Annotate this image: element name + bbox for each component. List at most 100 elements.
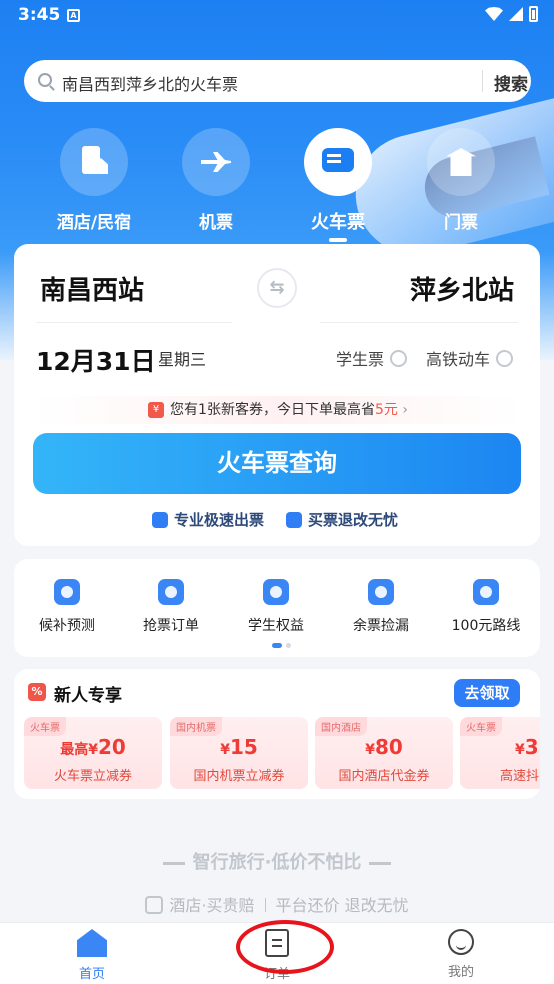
category-tickets[interactable]: 门票 bbox=[406, 128, 516, 233]
category-label: 门票 bbox=[444, 213, 478, 233]
departure-date[interactable]: 12月31日 bbox=[36, 342, 156, 378]
highspeed-option[interactable]: 高铁动车 bbox=[426, 346, 514, 370]
tool-100-yuan-route[interactable]: 100元路线 bbox=[434, 579, 538, 635]
swap-stations-button[interactable]: ⇆ bbox=[257, 268, 297, 308]
nav-profile[interactable]: 我的 bbox=[411, 929, 511, 980]
tool-student-benefits[interactable]: 学生权益 bbox=[224, 579, 328, 635]
category-train[interactable]: 火车票 bbox=[283, 128, 393, 242]
tool-waitlist-prediction[interactable]: 候补预测 bbox=[15, 579, 119, 635]
voucher-desc: 国内机票立减券 bbox=[193, 769, 285, 784]
voucher-card[interactable]: 火车票 ¥3 高速抖 bbox=[460, 717, 540, 789]
location-pin-icon bbox=[473, 579, 499, 605]
tool-label: 100元路线 bbox=[451, 618, 521, 634]
profile-icon bbox=[448, 929, 474, 955]
voucher-amount: ¥15 bbox=[220, 735, 258, 759]
voucher-desc: 国内酒店代金券 bbox=[338, 769, 430, 784]
weekday-label: 星期三 bbox=[158, 350, 207, 369]
battery-icon bbox=[529, 6, 538, 22]
voucher-tag: 国内酒店 bbox=[315, 717, 367, 736]
voucher-amount: ¥3 bbox=[515, 735, 539, 759]
shield-chart-icon bbox=[54, 579, 80, 605]
quick-tools: 候补预测 抢票订单 学生权益 余票捡漏 100元路线 bbox=[14, 559, 540, 657]
ticket-check-icon bbox=[286, 511, 302, 528]
new-customer-coupon-banner[interactable]: ¥ 您有1张新客券，今日下单最高省5元 › bbox=[34, 396, 522, 424]
refresh-icon bbox=[368, 579, 394, 605]
student-ticket-option[interactable]: 学生票 bbox=[336, 346, 408, 370]
category-hotel[interactable]: 酒店/民宿 bbox=[39, 128, 149, 233]
coupon-yen-icon: ¥ bbox=[148, 402, 165, 418]
tagline: 酒店·买贵赔 平台还价 退改无忧 bbox=[0, 892, 554, 916]
search-input[interactable]: 南昌西到萍乡北的火车票 bbox=[62, 71, 238, 95]
voucher-tag: 火车票 bbox=[24, 717, 66, 736]
claim-button[interactable]: 去领取 bbox=[454, 679, 520, 707]
category-flight[interactable]: 机票 bbox=[161, 128, 271, 233]
newcomer-section: % 新人专享 去领取 火车票 最高¥20 火车票立减券 国内机票 ¥15 国内机… bbox=[14, 669, 540, 799]
chevron-right-icon: › bbox=[402, 402, 408, 418]
student-ticket-checkbox[interactable] bbox=[390, 349, 408, 367]
home-icon bbox=[77, 929, 107, 957]
active-tab-indicator bbox=[329, 238, 347, 242]
highspeed-label: 高铁动车 bbox=[426, 350, 491, 369]
voucher-tag: 火车票 bbox=[460, 717, 502, 736]
pager-dots bbox=[272, 643, 291, 648]
lightning-shield-icon bbox=[152, 511, 168, 528]
feature-label: 买票退改无忧 bbox=[308, 511, 399, 529]
status-time: 3:45 bbox=[18, 5, 61, 25]
divider bbox=[36, 322, 232, 323]
highspeed-checkbox[interactable] bbox=[496, 349, 514, 367]
train-icon bbox=[304, 128, 372, 196]
red-annotation-circle bbox=[236, 920, 334, 974]
nav-label: 首页 bbox=[78, 967, 105, 982]
signal-icon bbox=[509, 7, 523, 21]
tool-label: 余票捡漏 bbox=[353, 618, 409, 634]
grab-ticket-icon bbox=[158, 579, 184, 605]
pager-dot-active bbox=[272, 643, 282, 648]
search-button[interactable]: 搜索 bbox=[494, 70, 528, 95]
voucher-amount: 最高¥20 bbox=[60, 735, 126, 759]
feature-worry-free: 买票退改无忧 bbox=[286, 509, 398, 530]
category-label: 酒店/民宿 bbox=[56, 213, 132, 233]
notification-a-icon: A bbox=[67, 9, 80, 22]
voucher-tag: 国内机票 bbox=[170, 717, 222, 736]
slogan: 智行旅行·低价不怕比 bbox=[0, 848, 554, 874]
tool-label: 学生权益 bbox=[248, 618, 304, 634]
nav-label: 我的 bbox=[447, 965, 474, 980]
booking-card: 南昌西站 ⇆ 萍乡北站 12月31日 星期三 学生票 高铁动车 ¥ 您有1张新客券… bbox=[14, 244, 540, 546]
voucher-desc: 高速抖 bbox=[500, 769, 540, 784]
wifi-icon bbox=[485, 7, 503, 21]
train-search-button[interactable]: 火车票查询 bbox=[33, 433, 521, 494]
divider bbox=[320, 322, 518, 323]
hotel-guarantee-icon bbox=[145, 896, 164, 914]
category-label: 机票 bbox=[199, 213, 233, 233]
feature-fast-ticketing: 专业极速出票 bbox=[152, 509, 264, 530]
voucher-card[interactable]: 国内酒店 ¥80 国内酒店代金券 bbox=[315, 717, 453, 789]
tool-remaining-tickets[interactable]: 余票捡漏 bbox=[329, 579, 433, 635]
tool-grab-ticket[interactable]: 抢票订单 bbox=[119, 579, 223, 635]
ticket-icon bbox=[427, 128, 495, 196]
coupon-amount: 5元 bbox=[374, 402, 398, 418]
search-icon bbox=[38, 73, 52, 87]
student-ticket-label: 学生票 bbox=[336, 350, 385, 369]
voucher-card[interactable]: 国内机票 ¥15 国内机票立减券 bbox=[170, 717, 308, 789]
status-icons bbox=[485, 6, 538, 22]
nav-home[interactable]: 首页 bbox=[42, 929, 142, 982]
tool-label: 抢票订单 bbox=[143, 618, 199, 634]
hotel-icon bbox=[60, 128, 128, 196]
voucher-amount: ¥80 bbox=[365, 735, 403, 759]
coupon-text: 您有1张新客券，今日下单最高省 bbox=[170, 402, 375, 418]
category-label: 火车票 bbox=[311, 212, 365, 233]
departure-station[interactable]: 南昌西站 bbox=[40, 270, 144, 307]
plane-icon bbox=[182, 128, 250, 196]
category-row: 酒店/民宿 机票 火车票 门票 bbox=[0, 128, 554, 242]
percent-icon: % bbox=[28, 683, 46, 701]
search-bar[interactable]: 南昌西到萍乡北的火车票 搜索 bbox=[24, 60, 531, 102]
search-divider bbox=[482, 70, 483, 92]
feature-label: 专业极速出票 bbox=[174, 511, 265, 529]
newcomer-title: 新人专享 bbox=[54, 686, 122, 706]
arrival-station[interactable]: 萍乡北站 bbox=[410, 270, 514, 307]
tool-label: 候补预测 bbox=[39, 618, 95, 634]
voucher-desc: 火车票立减券 bbox=[53, 769, 132, 784]
status-bar: 3:45 A bbox=[0, 0, 554, 32]
graduation-cap-icon bbox=[263, 579, 289, 605]
voucher-card[interactable]: 火车票 最高¥20 火车票立减券 bbox=[24, 717, 162, 789]
